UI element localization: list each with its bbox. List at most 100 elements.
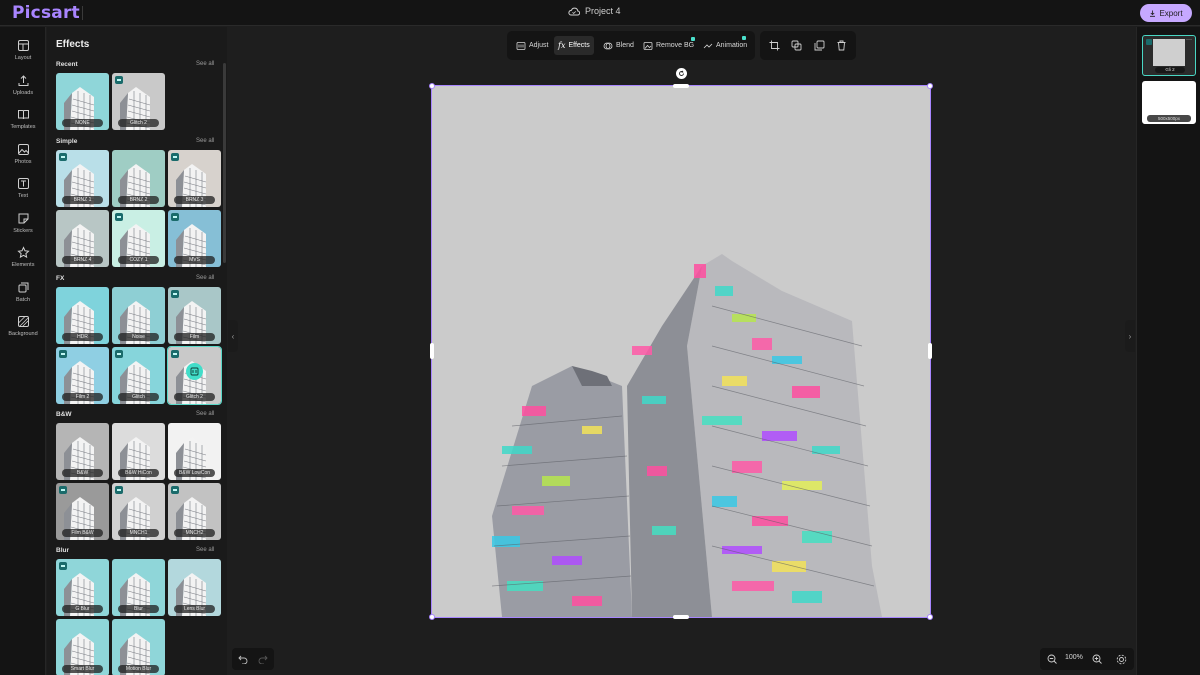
- blend-button[interactable]: Blend: [599, 36, 638, 55]
- premium-badge-icon: [171, 486, 179, 494]
- effect-thumbnail[interactable]: BRNZ 1: [56, 150, 109, 207]
- rail-item-elements[interactable]: Elements: [0, 246, 46, 276]
- blend-label: Blend: [616, 42, 634, 49]
- page-thumbnail[interactable]: 500x500px: [1142, 81, 1196, 124]
- rail-item-templates[interactable]: Templates: [0, 108, 46, 138]
- effect-thumbnail[interactable]: Film 2: [56, 347, 109, 404]
- collapse-panel-handle[interactable]: ‹: [228, 320, 238, 352]
- blend-icon: [603, 41, 613, 51]
- premium-badge-icon: [171, 213, 179, 221]
- see-all-link[interactable]: See all: [196, 138, 214, 144]
- see-all-link[interactable]: See all: [196, 547, 214, 553]
- page-thumbnail[interactable]: ··· Gli 2: [1142, 35, 1196, 76]
- animation-icon: [703, 41, 713, 51]
- see-all-link[interactable]: See all: [196, 61, 214, 67]
- resize-handle[interactable]: [927, 83, 933, 89]
- effect-thumbnail[interactable]: Glitch: [112, 347, 165, 404]
- effect-thumbnail[interactable]: B&W HiCon: [112, 423, 165, 480]
- duplicate-icon[interactable]: [814, 40, 825, 51]
- upload-icon: [17, 74, 30, 87]
- zoom-value[interactable]: 100%: [1065, 654, 1083, 661]
- apply-settings-icon[interactable]: [186, 363, 203, 380]
- undo-icon[interactable]: [238, 654, 248, 664]
- effect-thumbnail[interactable]: Motion Blur: [112, 619, 165, 675]
- cloud-icon: [568, 7, 580, 16]
- resize-handle[interactable]: [928, 343, 932, 359]
- section-title: B&W: [56, 411, 72, 418]
- effect-thumbnail[interactable]: HDR: [56, 287, 109, 344]
- effect-label: BRNZ 1: [62, 196, 103, 204]
- expand-pages-handle[interactable]: ›: [1125, 320, 1135, 352]
- rotate-handle-icon[interactable]: [676, 68, 687, 79]
- effect-thumbnail[interactable]: B&W LowCon: [168, 423, 221, 480]
- effect-thumbnail[interactable]: BRNZ 4: [56, 210, 109, 267]
- adjust-label: Adjust: [529, 42, 548, 49]
- resize-handle[interactable]: [429, 614, 435, 620]
- replace-icon[interactable]: [791, 40, 802, 51]
- effect-thumbnail[interactable]: B&W: [56, 423, 109, 480]
- project-title-area[interactable]: Project 4: [568, 6, 621, 16]
- premium-badge-icon: [115, 486, 123, 494]
- adjust-button[interactable]: Adjust: [512, 36, 552, 55]
- effects-button[interactable]: fx Effects: [554, 36, 594, 55]
- rail-item-photos[interactable]: Photos: [0, 143, 46, 173]
- effect-thumbnail[interactable]: Blur: [112, 559, 165, 616]
- effect-thumbnail[interactable]: COZY 1: [112, 210, 165, 267]
- rail-item-uploads[interactable]: Uploads: [0, 74, 46, 104]
- left-rail: Layout Uploads Templates Photos Text Stickers…: [0, 27, 46, 675]
- effect-thumbnail[interactable]: NONE: [56, 73, 109, 130]
- effect-thumbnail[interactable]: Film: [168, 287, 221, 344]
- effect-label: HDR: [62, 333, 103, 341]
- layout-icon: [17, 39, 30, 52]
- see-all-link[interactable]: See all: [196, 275, 214, 281]
- resize-handle[interactable]: [673, 615, 689, 619]
- canvas-image[interactable]: [432, 86, 930, 617]
- picsart-logo[interactable]: Picsart: [12, 3, 80, 23]
- effect-thumbnail[interactable]: Smart Blur: [56, 619, 109, 675]
- effects-panel: Effects RecentSee allNONEGlitch 2SimpleS…: [47, 27, 227, 675]
- new-badge-icon: [742, 36, 746, 40]
- history-controls: [232, 648, 274, 670]
- rail-item-text[interactable]: Text: [0, 177, 46, 207]
- resize-handle[interactable]: [673, 84, 689, 88]
- effect-thumbnail[interactable]: Glitch 2: [112, 73, 165, 130]
- rail-item-label: Background: [8, 331, 37, 337]
- effect-thumbnail[interactable]: Glitch 2: [168, 347, 221, 404]
- effect-label: MNCH2: [174, 529, 215, 537]
- rail-item-batch[interactable]: Batch: [0, 281, 46, 311]
- effect-thumbnail[interactable]: Film B&W: [56, 483, 109, 540]
- photos-icon: [17, 143, 30, 156]
- effect-thumbnail[interactable]: MNCH1: [112, 483, 165, 540]
- redo-icon[interactable]: [258, 654, 268, 664]
- rail-item-label: Elements: [12, 262, 35, 268]
- panel-scrollbar[interactable]: [223, 63, 226, 263]
- premium-badge-icon: [171, 290, 179, 298]
- zoom-in-icon[interactable]: [1092, 654, 1102, 664]
- effect-thumbnail[interactable]: MVS: [168, 210, 221, 267]
- effect-thumbnail[interactable]: MNCH2: [168, 483, 221, 540]
- crop-icon[interactable]: [769, 40, 780, 51]
- resize-handle[interactable]: [927, 614, 933, 620]
- rail-item-background[interactable]: Background: [0, 315, 46, 345]
- zoom-out-icon[interactable]: [1047, 654, 1057, 664]
- effect-label: NONE: [62, 119, 103, 127]
- more-icon[interactable]: ···: [1186, 37, 1192, 43]
- rail-item-label: Stickers: [13, 228, 33, 234]
- rail-item-stickers[interactable]: Stickers: [0, 212, 46, 242]
- export-button[interactable]: Export: [1140, 4, 1192, 22]
- delete-icon[interactable]: [836, 40, 847, 51]
- text-icon: [17, 177, 30, 190]
- settings-gear-icon[interactable]: [1116, 654, 1127, 665]
- rail-item-layout[interactable]: Layout: [0, 39, 46, 69]
- resize-handle[interactable]: [429, 83, 435, 89]
- resize-handle[interactable]: [430, 343, 434, 359]
- zoom-controls: 100%: [1040, 648, 1134, 670]
- see-all-link[interactable]: See all: [196, 411, 214, 417]
- remove-bg-button[interactable]: Remove BG: [639, 36, 698, 55]
- effect-thumbnail[interactable]: Lens Blur: [168, 559, 221, 616]
- effect-thumbnail[interactable]: BRNZ 3: [168, 150, 221, 207]
- section-title: FX: [56, 275, 64, 282]
- effect-thumbnail[interactable]: G Blur: [56, 559, 109, 616]
- effect-thumbnail[interactable]: BRNZ 2: [112, 150, 165, 207]
- effect-thumbnail[interactable]: Noise: [112, 287, 165, 344]
